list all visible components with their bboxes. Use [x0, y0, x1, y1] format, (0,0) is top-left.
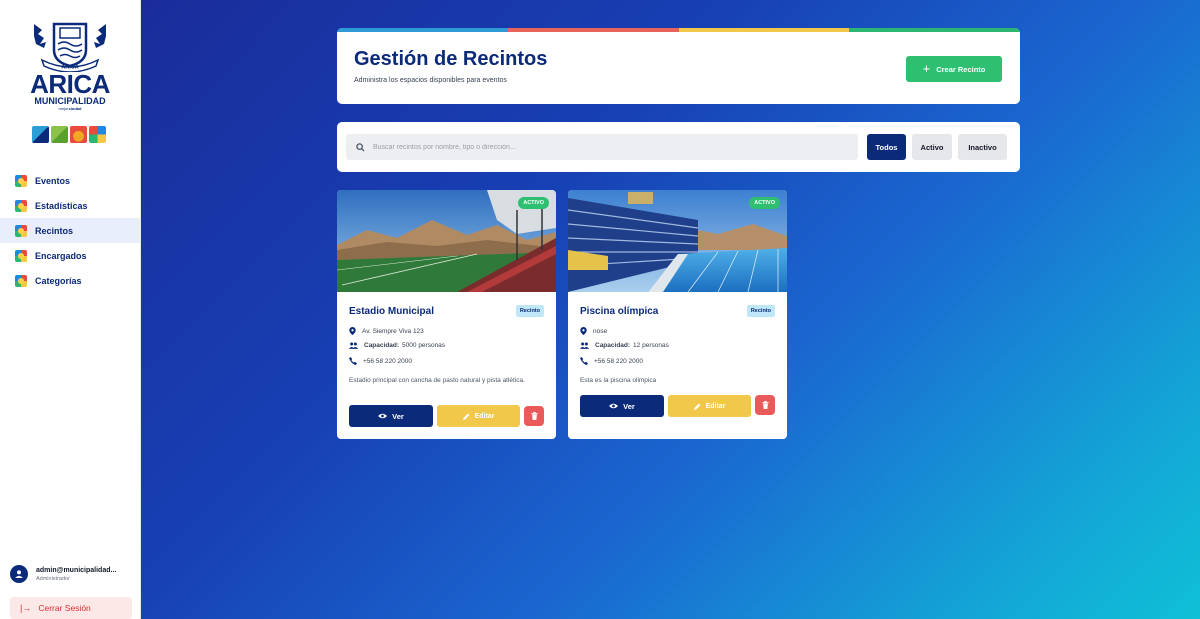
search-icon — [356, 142, 365, 152]
logo-tagline: mejorciudad — [58, 106, 82, 111]
user-avatar-icon — [10, 565, 28, 583]
page-title: Gestión de Recintos — [354, 48, 548, 70]
venue-capacity-value: 12 personas — [633, 342, 669, 349]
venue-address: Av. Siempre Viva 123 — [349, 327, 424, 335]
venue-capacity: Capacidad: 5000 personas — [349, 342, 445, 349]
sidebar-item-label: Recintos — [35, 225, 74, 236]
logo-title: ARICA — [30, 69, 110, 99]
brand-tiles — [32, 126, 106, 143]
location-pin-icon — [580, 327, 587, 335]
header-color-stripe — [337, 28, 1020, 32]
search-input[interactable] — [373, 143, 853, 151]
venue-description: Esta es la piscina olimpica — [580, 377, 657, 384]
trash-icon — [761, 401, 769, 409]
venue-name: Piscina olímpica — [580, 306, 659, 317]
page-subtitle: Administra los espacios disponibles para… — [354, 77, 507, 84]
brand-tile-icon — [32, 126, 49, 143]
sidebar-item-categorias[interactable]: Categorías — [0, 268, 141, 293]
user-profile[interactable]: admin@municipalidad... Administrador — [10, 560, 135, 588]
logout-label: Cerrar Sesión — [38, 603, 91, 613]
encargados-icon — [15, 249, 27, 262]
trash-icon — [530, 412, 538, 420]
brand-tile-icon — [70, 126, 87, 143]
venue-address-text: Av. Siempre Viva 123 — [362, 327, 424, 335]
venue-photo: ACTIVO — [337, 190, 556, 292]
recintos-icon — [15, 224, 27, 237]
venue-card: ACTIVO Estadio Municipal Recinto Av. Sie… — [337, 190, 556, 439]
venue-card: ACTIVO Piscina olímpica Recinto nose Cap… — [568, 190, 787, 439]
status-badge: ACTIVO — [749, 197, 780, 209]
eye-icon — [609, 403, 619, 409]
create-venue-label: Crear Recinto — [936, 64, 986, 74]
categorias-icon — [15, 274, 27, 287]
filter-todos-button[interactable]: Todos — [867, 134, 906, 160]
crest-icon: ARICA — [34, 22, 106, 72]
sidebar-item-recintos[interactable]: Recintos — [0, 218, 141, 243]
delete-venue-button[interactable] — [524, 406, 544, 426]
venue-phone-text: +56 58 220 2000 — [363, 357, 412, 365]
venue-type-badge: Recinto — [515, 305, 544, 317]
venue-capacity-label: Capacidad: — [595, 342, 631, 349]
plus-icon: + — [922, 61, 931, 76]
sidebar-nav: Eventos Estadísticas Recintos Encargados… — [0, 168, 141, 293]
venue-phone: +56 58 220 2000 — [349, 357, 412, 365]
search-bar: Todos Activo Inactivo — [337, 122, 1020, 172]
logout-button[interactable]: |→ Cerrar Sesión — [10, 597, 132, 619]
sidebar-item-estadisticas[interactable]: Estadísticas — [0, 193, 141, 218]
venue-capacity-value: 5000 personas — [402, 342, 446, 349]
create-venue-button[interactable]: + Crear Recinto — [906, 56, 1002, 82]
logout-icon: |→ — [20, 603, 32, 613]
venue-address: nose — [580, 327, 607, 335]
edit-venue-button[interactable]: Editar — [437, 405, 520, 427]
sidebar: ARICA ARICA MUNICIPALIDAD mejorciudad Ev… — [0, 0, 141, 619]
venue-name: Estadio Municipal — [349, 306, 435, 317]
pencil-icon — [462, 413, 470, 420]
location-pin-icon — [349, 327, 356, 335]
main-content: Gestión de Recintos Administra los espac… — [141, 0, 1200, 619]
venue-description: Estadio principal con cancha de pasto na… — [349, 377, 525, 384]
venue-phone: +56 58 220 2000 — [580, 357, 643, 365]
users-icon — [349, 342, 358, 349]
venue-capacity-label: Capacidad: — [364, 342, 400, 349]
view-venue-button[interactable]: Ver — [349, 405, 433, 427]
venue-capacity: Capacidad: 12 personas — [580, 342, 669, 349]
venue-photo: ACTIVO — [568, 190, 787, 292]
sidebar-item-encargados[interactable]: Encargados — [0, 243, 141, 268]
sidebar-item-label: Encargados — [35, 250, 87, 261]
eventos-icon — [15, 174, 27, 187]
venue-type-badge: Recinto — [746, 305, 775, 317]
delete-venue-button[interactable] — [755, 395, 775, 415]
view-venue-button[interactable]: Ver — [580, 395, 664, 417]
sidebar-item-label: Eventos — [35, 175, 71, 186]
pencil-icon — [693, 403, 701, 410]
estadisticas-icon — [15, 199, 27, 212]
filter-inactivo-button[interactable]: Inactivo — [958, 134, 1007, 160]
venue-phone-text: +56 58 220 2000 — [594, 357, 643, 365]
venue-address-text: nose — [593, 327, 608, 335]
users-icon — [580, 342, 589, 349]
sidebar-item-eventos[interactable]: Eventos — [0, 168, 141, 193]
eye-icon — [378, 413, 388, 419]
logo-subtitle: MUNICIPALIDAD — [34, 96, 106, 106]
search-field[interactable] — [346, 134, 858, 160]
municipality-logo[interactable]: ARICA ARICA MUNICIPALIDAD mejorciudad — [22, 20, 118, 120]
user-email: admin@municipalidad... — [36, 566, 117, 574]
page-header: Gestión de Recintos Administra los espac… — [337, 28, 1020, 104]
brand-tile-icon — [89, 126, 106, 143]
status-badge: ACTIVO — [518, 197, 549, 209]
phone-icon — [580, 357, 588, 365]
phone-icon — [349, 357, 357, 365]
sidebar-item-label: Estadísticas — [35, 200, 88, 211]
filter-activo-button[interactable]: Activo — [912, 134, 952, 160]
user-role: Administrador — [36, 575, 70, 582]
brand-tile-icon — [51, 126, 68, 143]
sidebar-item-label: Categorías — [35, 275, 82, 286]
edit-venue-button[interactable]: Editar — [668, 395, 751, 417]
